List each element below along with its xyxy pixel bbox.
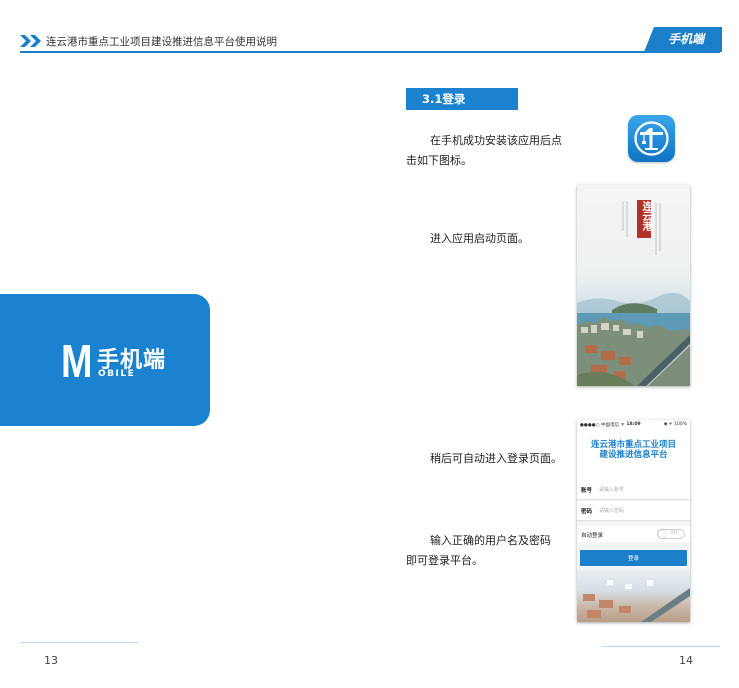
paragraph-credentials-line2: 即可登录平台。 (406, 554, 483, 567)
auto-login-label: 自动登录 (581, 533, 604, 539)
section-tab: 手机端 (644, 27, 722, 52)
login-title: 连云港市重点工业项目 建设推进信息平台 (577, 440, 690, 460)
section-heading: 3.1登录 (422, 92, 466, 106)
page-number-right: 14 (679, 654, 693, 667)
splash-landscape-illustration (577, 201, 690, 386)
login-background-photo (577, 570, 690, 622)
paragraph-auto-login: 稍后可自动进入登录页面。 (430, 452, 562, 465)
paragraph-credentials-line1: 输入正确的用户名及密码 (430, 534, 551, 547)
mobile-banner-letter: M (61, 335, 93, 387)
city-seal-text: 连云港 (640, 201, 651, 231)
account-row: 账号 (577, 480, 690, 500)
login-title-line1: 连云港市重点工业项目 (590, 440, 676, 450)
section-tab-label: 手机端 (667, 32, 704, 46)
splash-screenshot: 连云港 (577, 185, 690, 386)
paragraph-splash: 进入应用启动页面。 (430, 232, 529, 245)
login-button[interactable]: 登录 (580, 550, 687, 566)
auto-login-row: 自动登录 OFF (577, 526, 690, 542)
auto-login-toggle[interactable]: OFF (657, 529, 685, 539)
password-row: 密码 (577, 501, 690, 521)
password-label: 密码 (581, 509, 593, 515)
account-input[interactable] (599, 485, 684, 495)
crane-icon (634, 121, 669, 156)
footer-divider-left (20, 642, 138, 643)
login-screenshot: ●●●●○ 中国电信 ᯤ 18:09 ◉ ✈ 100% 连云港市重点工业项目 建… (577, 420, 690, 622)
document-title: 连云港市重点工业项目建设推进信息平台使用说明 (46, 36, 277, 48)
password-input[interactable] (599, 506, 684, 516)
footer-divider-right (602, 646, 720, 647)
app-icon[interactable] (628, 115, 675, 162)
mobile-banner-en-label: OBILE (98, 369, 136, 379)
status-bar: ●●●●○ 中国电信 ᯤ 18:09 ◉ ✈ 100% (577, 420, 690, 430)
city-seal: 连云港 (637, 200, 651, 238)
page-header: 连云港市重点工业项目建设推进信息平台使用说明 手机端 (0, 0, 739, 54)
toggle-state-text: OFF (670, 531, 679, 536)
login-title-line2: 建设推进信息平台 (599, 450, 668, 460)
login-city-illustration (583, 580, 690, 622)
paragraph-install-line1: 在手机成功安装该应用后点 (430, 134, 562, 147)
double-chevron-icon (20, 35, 41, 47)
header-divider (20, 51, 720, 53)
page-number-left: 13 (44, 654, 58, 667)
section-heading-bar: 3.1登录 (406, 88, 518, 110)
paragraph-install-line2: 击如下图标。 (406, 154, 472, 167)
toggle-knob (658, 530, 666, 538)
account-label: 账号 (581, 488, 593, 494)
status-battery: ◉ ✈ 100% (663, 422, 687, 427)
